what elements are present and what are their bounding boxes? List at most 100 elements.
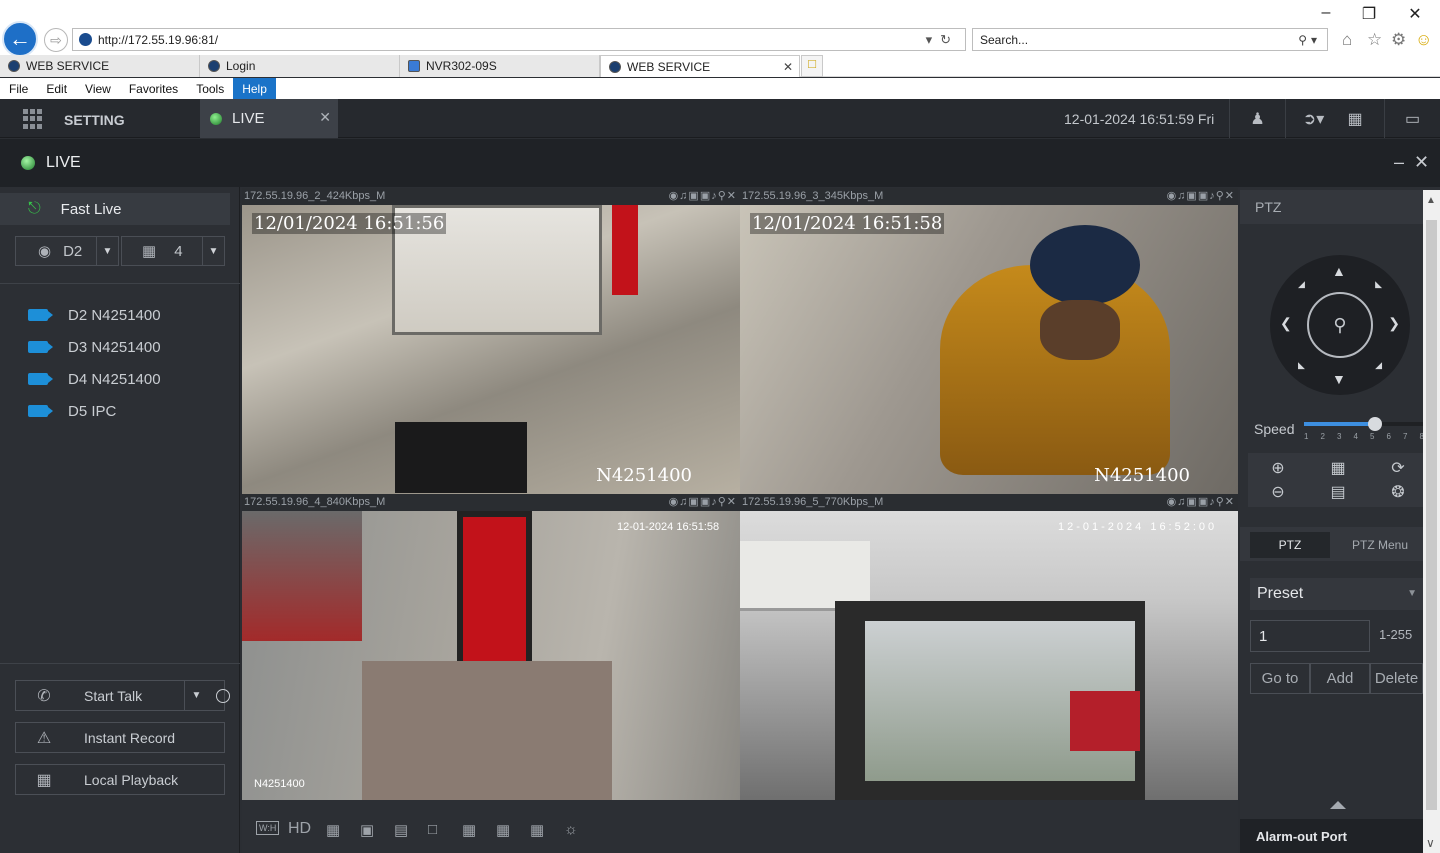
menu-help[interactable]: Help xyxy=(233,78,276,99)
scrollbar-thumb[interactable] xyxy=(1426,220,1437,810)
speed-slider[interactable] xyxy=(1304,417,1423,431)
scroll-up-icon[interactable]: ▲ xyxy=(1426,195,1436,206)
address-controls-icon[interactable]: ▾↻ xyxy=(926,32,959,48)
close-tab-icon[interactable]: ✕ xyxy=(783,60,793,74)
device-item-d5[interactable]: D5 IPC xyxy=(0,395,240,427)
fullscreen-icon[interactable]: ▣ xyxy=(360,821,374,839)
ptz-scrollbar[interactable]: ▲ ∨ xyxy=(1423,190,1440,853)
restore-button[interactable]: ❐ xyxy=(1354,4,1384,24)
iris-close-icon[interactable]: ❂ xyxy=(1386,482,1410,502)
brightness-icon[interactable]: ☼ xyxy=(564,821,578,838)
menu-view[interactable]: View xyxy=(76,78,120,99)
split-single-icon[interactable]: □ xyxy=(428,821,437,838)
preset-number-input[interactable]: 1 xyxy=(1250,620,1370,652)
ptz-up-right-icon[interactable]: ◣ xyxy=(1375,279,1382,290)
focus-near-icon[interactable]: ▦ xyxy=(1326,458,1350,478)
split-6-icon[interactable]: ▦ xyxy=(496,821,510,839)
zoom-out-icon[interactable]: ⊖ xyxy=(1266,482,1290,502)
fluency-icon[interactable]: ▦ xyxy=(326,821,340,839)
instant-record-button[interactable]: ⚠ Instant Record xyxy=(15,722,225,753)
user-icon[interactable]: ♟ xyxy=(1229,99,1285,138)
video-feed[interactable]: 12/01/2024 16:51:56 N4251400 xyxy=(242,205,740,494)
video-feed[interactable]: 12-01-2024 16:52:00 xyxy=(740,511,1238,800)
video-controls-icon[interactable]: ◉♫▣▣♪⚲✕ xyxy=(669,188,737,205)
ptz-left-icon[interactable]: ❮ xyxy=(1280,315,1292,332)
favorites-star-icon[interactable]: ☆ xyxy=(1367,30,1382,50)
home-icon[interactable]: ⌂ xyxy=(1342,30,1352,50)
speed-slider-handle[interactable] xyxy=(1368,417,1382,431)
browser-tab-web-service-2[interactable]: WEB SERVICE ✕ xyxy=(600,55,800,77)
focus-far-icon[interactable]: ▤ xyxy=(1326,482,1350,502)
video-feed[interactable]: 12/01/2024 16:51:58 N4251400 xyxy=(740,205,1238,494)
video-controls-icon[interactable]: ◉♫▣▣♪⚲✕ xyxy=(669,494,737,511)
tab-ptz[interactable]: PTZ xyxy=(1250,532,1330,558)
tab-live[interactable]: LIVE ✕ xyxy=(200,99,338,138)
back-button[interactable]: ← xyxy=(2,21,38,57)
goto-preset-button[interactable]: Go to xyxy=(1250,663,1310,694)
split-8-icon[interactable]: ▦ xyxy=(530,821,544,839)
hd-button[interactable]: HD xyxy=(288,820,311,838)
main-menu-grid-icon[interactable] xyxy=(23,109,43,129)
video-controls-icon[interactable]: ◉♫▣▣♪⚲✕ xyxy=(1167,188,1235,205)
minimize-button[interactable]: – xyxy=(1311,4,1341,22)
preset-select[interactable]: Preset ▼ xyxy=(1250,578,1423,610)
setting-menu[interactable]: SETTING xyxy=(64,112,125,128)
video-cell-4[interactable]: 172.55.19.96_5_770Kbps_M ◉♫▣▣♪⚲✕ 12-01-2… xyxy=(740,494,1238,800)
video-cell-3[interactable]: 172.55.19.96_4_840Kbps_M ◉♫▣▣♪⚲✕ 12-01-2… xyxy=(242,494,740,800)
menu-tools[interactable]: Tools xyxy=(187,78,233,99)
zoom-in-icon[interactable]: ⊕ xyxy=(1266,458,1290,478)
ptz-down-icon[interactable]: ▼ xyxy=(1332,371,1346,387)
close-window-button[interactable]: ✕ xyxy=(1400,4,1430,24)
ptz-down-right-icon[interactable]: ◢ xyxy=(1375,360,1382,371)
talk-dropdown-icon[interactable]: ▼ xyxy=(184,681,208,710)
menu-favorites[interactable]: Favorites xyxy=(120,78,187,99)
video-cell-1[interactable]: 172.55.19.96_2_424Kbps_M ◉♫▣▣♪⚲✕ 12/01/2… xyxy=(242,188,740,494)
split-select-value: 4 xyxy=(174,242,183,260)
aspect-ratio-button[interactable]: W:H xyxy=(256,821,280,835)
close-live-tab-icon[interactable]: ✕ xyxy=(319,109,331,126)
start-talk-button[interactable]: ✆ Start Talk ▼ xyxy=(15,680,230,711)
tab-ptz-menu[interactable]: PTZ Menu xyxy=(1340,532,1420,558)
qrcode-icon[interactable]: ▦ xyxy=(1327,99,1383,138)
scroll-down-icon[interactable]: ∨ xyxy=(1426,836,1435,850)
video-cell-2[interactable]: 172.55.19.96_3_345Kbps_M ◉♫▣▣♪⚲✕ 12/01/2… xyxy=(740,188,1238,494)
split-1-icon[interactable]: ▤ xyxy=(394,821,408,839)
local-playback-button[interactable]: ▦ Local Playback xyxy=(15,764,225,795)
browser-tab-login[interactable]: Login xyxy=(200,55,400,77)
device-select[interactable]: ◉ D2 ▼ xyxy=(15,236,119,266)
fast-live-button[interactable]: ⎋ Fast Live xyxy=(0,193,230,225)
ptz-3d-position-icon[interactable]: ⚲ xyxy=(1307,292,1373,358)
iris-open-icon[interactable]: ⟳ xyxy=(1386,458,1410,478)
search-input[interactable]: Search... ⚲▾ xyxy=(972,28,1328,51)
menu-edit[interactable]: Edit xyxy=(37,78,76,99)
add-preset-button[interactable]: Add xyxy=(1310,663,1370,694)
alarm-out-port-section[interactable]: Alarm-out Port xyxy=(1240,819,1423,853)
ptz-right-icon[interactable]: ❯ xyxy=(1388,315,1400,332)
browser-tab-web-service-1[interactable]: WEB SERVICE xyxy=(0,55,200,77)
delete-preset-button[interactable]: Delete xyxy=(1370,663,1423,694)
ptz-direction-pad[interactable]: ▲ ▼ ❮ ❯ ◢ ◣ ◣ ◢ ⚲ xyxy=(1270,255,1410,395)
forward-button[interactable]: ⇨ xyxy=(44,28,68,52)
menu-file[interactable]: File xyxy=(0,78,37,99)
smiley-icon[interactable]: ☺ xyxy=(1415,30,1432,50)
ptz-down-left-icon[interactable]: ◣ xyxy=(1298,360,1305,371)
fullscreen-monitor-icon[interactable]: ▭ xyxy=(1384,99,1440,138)
video-feed[interactable]: 12-01-2024 16:51:58 N4251400 xyxy=(242,511,740,800)
close-panel-icon[interactable]: ✕ xyxy=(1414,152,1429,173)
ptz-up-icon[interactable]: ▲ xyxy=(1332,263,1346,279)
minimize-panel-icon[interactable]: – xyxy=(1394,152,1404,173)
new-tab-button[interactable]: □ xyxy=(801,55,823,77)
gear-icon[interactable]: ⚙ xyxy=(1391,30,1406,50)
split-4-icon[interactable]: ▦ xyxy=(462,821,476,839)
video-controls-icon[interactable]: ◉♫▣▣♪⚲✕ xyxy=(1167,494,1235,511)
device-item-d4[interactable]: D4 N4251400 xyxy=(0,363,240,395)
talk-record-indicator[interactable] xyxy=(216,689,230,703)
ptz-up-left-icon[interactable]: ◢ xyxy=(1298,279,1305,290)
split-select[interactable]: ▦ 4 ▼ xyxy=(121,236,225,266)
address-bar[interactable]: http://172.55.19.96:81/ ▾↻ xyxy=(72,28,966,51)
collapse-up-icon[interactable] xyxy=(1330,801,1346,809)
device-item-d3[interactable]: D3 N4251400 xyxy=(0,331,240,363)
device-item-d2[interactable]: D2 N4251400 xyxy=(0,299,240,331)
browser-tab-nvr[interactable]: NVR302-09S xyxy=(400,55,600,77)
search-icon[interactable]: ⚲▾ xyxy=(1298,33,1321,47)
